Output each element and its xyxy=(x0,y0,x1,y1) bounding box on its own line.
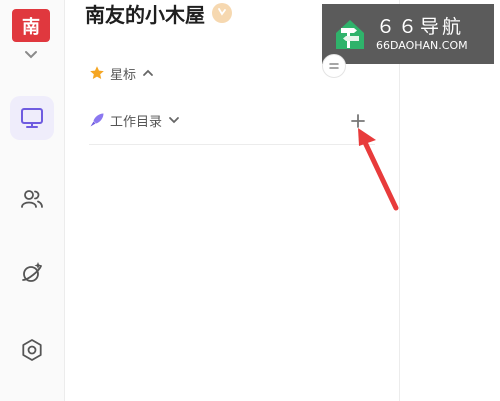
section-starred-label: 星标 xyxy=(110,67,137,83)
divider xyxy=(89,144,375,145)
chevron-up-icon[interactable] xyxy=(141,66,155,80)
workspace-avatar-text: 南 xyxy=(22,16,40,38)
rail-item-desktop[interactable] xyxy=(10,96,54,140)
section-starred[interactable]: 星标 xyxy=(89,62,155,84)
monitor-icon xyxy=(21,108,43,128)
rail-item-explore[interactable] xyxy=(10,251,54,295)
watermark: ６６导航 66DAOHAN.COM xyxy=(322,4,494,64)
rocket-icon xyxy=(90,113,104,127)
planet-icon xyxy=(22,262,42,282)
menu-lines-icon xyxy=(329,63,339,69)
house-signpost-logo-icon xyxy=(336,20,364,49)
clock-badge-icon xyxy=(212,3,232,23)
watermark-text: ６６导航 66DAOHAN.COM xyxy=(376,15,468,53)
hexagon-settings-icon xyxy=(22,339,42,361)
star-icon xyxy=(90,66,104,79)
chevron-down-icon[interactable] xyxy=(167,113,181,127)
panel-menu-button[interactable] xyxy=(322,54,346,78)
rail-item-settings[interactable] xyxy=(10,328,54,372)
section-work-dir[interactable]: 工作目录 xyxy=(89,109,181,131)
chevron-down-icon[interactable] xyxy=(22,48,40,62)
space-title-text: 南友的小木屋 xyxy=(85,2,205,27)
annotation-arrow-icon xyxy=(358,128,399,211)
space-title: 南友的小木屋 xyxy=(85,0,232,28)
workspace-avatar[interactable]: 南 xyxy=(12,9,50,42)
rail-item-contacts[interactable] xyxy=(10,177,54,221)
watermark-title: ６６导航 xyxy=(376,16,465,38)
users-icon xyxy=(21,190,43,208)
left-rail: 南 xyxy=(0,0,65,401)
watermark-url: 66DAOHAN.COM xyxy=(376,39,468,52)
section-work-dir-label: 工作目录 xyxy=(110,114,163,130)
